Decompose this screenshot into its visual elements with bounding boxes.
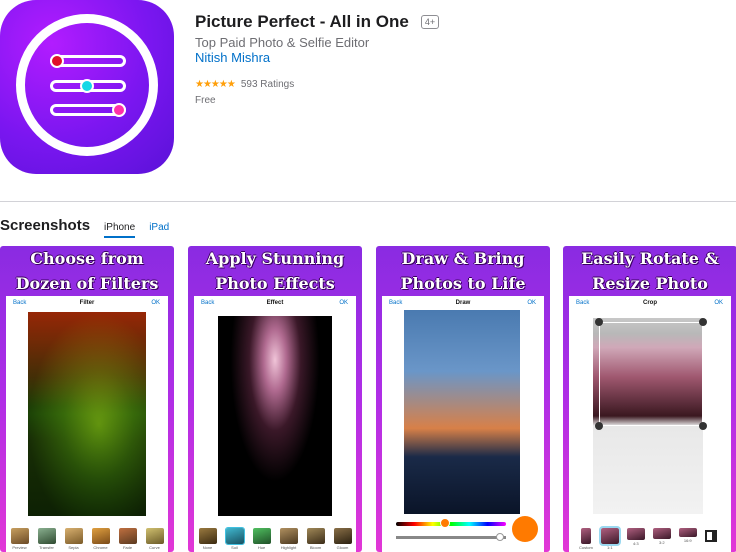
thumb-item: Sepia [64, 528, 83, 550]
draw-photo [404, 310, 520, 514]
app-icon-knob-red [50, 54, 64, 68]
caption-line-2: Photo Effects [215, 274, 335, 293]
screenshot-caption: Choose from Dozen of Filters [0, 246, 174, 296]
thumb-item: Soil [224, 527, 245, 550]
screenshot-caption: Easily Rotate & Resize Photo [563, 246, 736, 296]
screenshots-title: Screenshots [0, 217, 91, 234]
thumb-item: Gloom [333, 528, 352, 550]
phone-screen-title: Filter [79, 300, 95, 306]
phone-nav-bar: Back Crop OK [569, 296, 731, 310]
tab-iphone[interactable]: iPhone [104, 222, 136, 238]
rating-row: ★★★★★ 593 Ratings [195, 79, 294, 90]
phone-screen: Back Effect OK None Soil Hue Highlight B… [194, 296, 356, 552]
app-icon-knob-pink [112, 103, 126, 117]
app-subtitle: Top Paid Photo & Selfie Editor [195, 35, 370, 50]
thumb-item: Curve [145, 528, 164, 550]
thumb-item: Highlight [279, 528, 298, 550]
phone-screen: Back Filter OK Preview Transfer Sepia Ch… [6, 296, 168, 552]
phone-screen-title: Draw [455, 300, 471, 306]
thumb-item: 1:1 [598, 526, 621, 550]
thumb-item: Preview [10, 528, 29, 550]
filter-thumbnails: Preview Transfer Sepia Chrome Fade Curve [6, 528, 168, 550]
thumb-item: None [198, 528, 217, 550]
thumb-item: 16:9 [678, 528, 697, 550]
crop-frame[interactable] [599, 322, 703, 426]
size-slider[interactable] [396, 536, 506, 539]
screenshot-filter[interactable]: Choose from Dozen of Filters Back Filter… [0, 246, 174, 552]
color-slider-knob[interactable] [440, 518, 450, 528]
screenshots-header: Screenshots iPhone iPad [0, 217, 169, 238]
star-rating-icon: ★★★★★ [195, 79, 236, 90]
caption-line-2: Photos to Life [400, 274, 526, 293]
caption-line-2: Resize Photo [592, 274, 708, 293]
price-label: Free [195, 95, 216, 106]
filter-photo [28, 312, 146, 516]
crop-handle[interactable] [595, 318, 603, 326]
phone-screen-title: Effect [266, 300, 284, 306]
screenshot-crop[interactable]: Easily Rotate & Resize Photo Back Crop O… [563, 246, 736, 552]
thumb-item: Custom [579, 528, 593, 550]
app-title-row: Picture Perfect - All in One 4+ [195, 12, 440, 32]
app-icon [0, 0, 174, 174]
screenshot-caption: Apply Stunning Photo Effects [188, 246, 362, 296]
thumb-item: Chrome [91, 528, 110, 550]
effect-thumbnails: None Soil Hue Highlight Bloom Gloom [194, 527, 356, 550]
section-divider [0, 201, 736, 202]
ok-button: OK [714, 300, 723, 306]
rotate-icon[interactable] [704, 528, 717, 550]
phone-nav-bar: Back Effect OK [194, 296, 356, 310]
effect-photo [218, 316, 332, 516]
thumb-item: 3:2 [652, 528, 671, 550]
phone-screen: Back Draw OK [382, 296, 544, 552]
screenshot-draw[interactable]: Draw & Bring Photos to Life Back Draw OK [376, 246, 550, 552]
phone-nav-bar: Back Draw OK [382, 296, 544, 310]
size-slider-knob[interactable] [496, 533, 504, 541]
thumb-item: Bloom [306, 528, 325, 550]
crop-handle[interactable] [699, 318, 707, 326]
phone-nav-bar: Back Filter OK [6, 296, 168, 310]
age-rating-badge: 4+ [420, 15, 440, 29]
thumb-item: Transfer [37, 528, 56, 550]
thumb-item: Fade [118, 528, 137, 550]
phone-screen: Back Crop OK Custom 1:1 4:3 3:2 16:9 [569, 296, 731, 552]
crop-handle[interactable] [595, 422, 603, 430]
thumb-item: Hue [252, 528, 271, 550]
thumb-item: 4:3 [626, 528, 645, 550]
tab-ipad[interactable]: iPad [149, 222, 169, 236]
app-icon-knob-cyan [80, 79, 94, 93]
ok-button: OK [527, 300, 536, 306]
app-title: Picture Perfect - All in One [195, 12, 409, 31]
screenshot-effect[interactable]: Apply Stunning Photo Effects Back Effect… [188, 246, 362, 552]
developer-link[interactable]: Nitish Mishra [195, 50, 270, 65]
caption-line-1: Draw & Bring [401, 249, 525, 268]
crop-handle[interactable] [699, 422, 707, 430]
screenshot-caption: Draw & Bring Photos to Life [376, 246, 550, 296]
caption-line-1: Choose from [30, 249, 144, 268]
caption-line-1: Easily Rotate & [581, 249, 719, 268]
crop-ratio-thumbnails: Custom 1:1 4:3 3:2 16:9 [569, 526, 731, 550]
color-slider[interactable] [396, 522, 506, 526]
ok-button: OK [339, 300, 348, 306]
phone-screen-title: Crop [643, 300, 657, 306]
caption-line-1: Apply Stunning [205, 249, 345, 268]
ratings-count: 593 Ratings [240, 79, 295, 90]
caption-line-2: Dozen of Filters [15, 274, 159, 293]
color-swatch[interactable] [512, 516, 538, 542]
ok-button: OK [151, 300, 160, 306]
